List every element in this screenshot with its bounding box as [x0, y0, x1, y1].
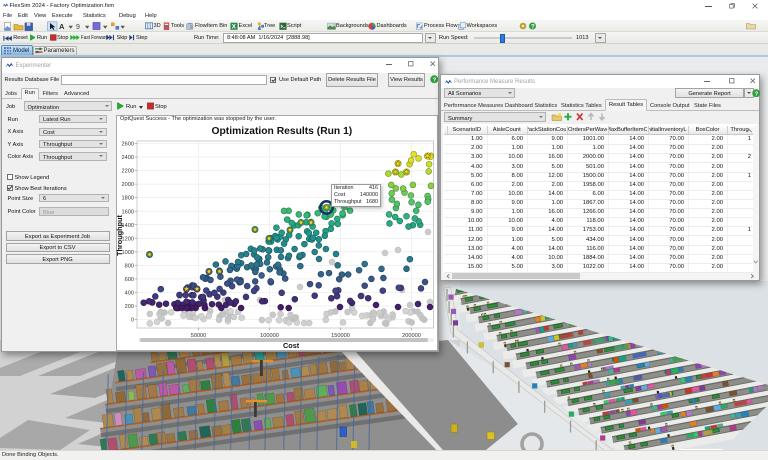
- svg-text:600: 600: [125, 277, 134, 283]
- svg-text:?: ?: [755, 91, 759, 97]
- svg-text:200: 200: [125, 304, 134, 310]
- svg-text:2600: 2600: [122, 142, 134, 148]
- svg-text:2400: 2400: [122, 155, 134, 161]
- svg-text:400: 400: [125, 291, 134, 297]
- svg-text:2000: 2000: [122, 182, 134, 188]
- svg-text:0: 0: [131, 318, 134, 324]
- svg-text:2200: 2200: [122, 169, 134, 175]
- svg-text:800: 800: [125, 263, 134, 269]
- svg-text:1800: 1800: [122, 196, 134, 202]
